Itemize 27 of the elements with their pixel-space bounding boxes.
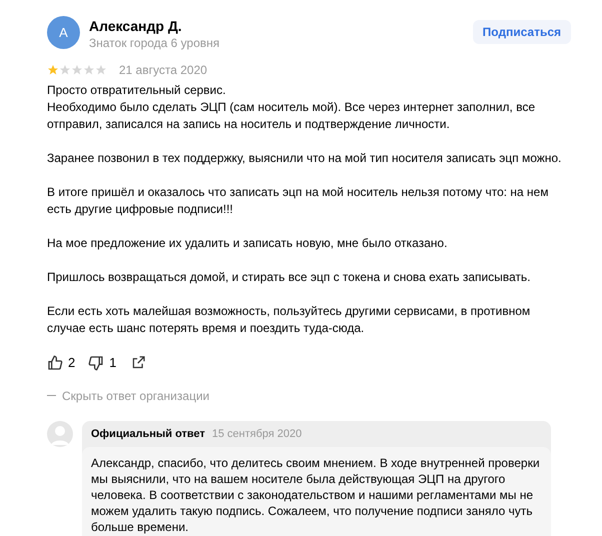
avatar-placeholder-icon [47, 420, 73, 446]
avatar: А [47, 16, 80, 49]
subscribe-button[interactable]: Подписаться [472, 20, 571, 44]
review-text: Пришлось возвращаться домой, и стирать все эцп с токена и снова ехать записывать. [47, 269, 532, 286]
share-icon[interactable] [131, 355, 146, 370]
review-text: Необходимо было сделать ЭЦП (сам носитель мой). Все через интернет заполнил, все отправил, записался на запись на носитель и подтверждение личности. [47, 99, 536, 133]
review-text: Просто отвратительный сервис. [47, 82, 227, 99]
likes-count: 2 [68, 354, 76, 372]
review-text: Заранее позвонил в тех поддержку, выяснили что на мой тип носителя записать эцп можно. [47, 150, 562, 167]
author-status: Знаток города 6 уровня [89, 35, 220, 51]
review-text: На мое предложение их удалить и записать новую, мне было отказано. [47, 235, 448, 252]
reply-title: Официальный ответ [91, 426, 206, 442]
star-icon [95, 64, 107, 76]
review-text: Если есть хоть малейшая возможность, пользуйтесь другими сервисами, в противном случае есть шанс потерять время и поездить туда-сюда. [47, 303, 532, 337]
reply-date: 15 сентября 2020 [212, 426, 302, 442]
review-date: 21 августа 2020 [119, 62, 208, 79]
star-icon [83, 64, 95, 76]
thumbs-up-icon[interactable] [47, 354, 63, 371]
thumbs-down-icon[interactable] [88, 354, 104, 371]
star-icon [59, 64, 71, 76]
star-icon [47, 64, 59, 76]
star-icon [71, 64, 83, 76]
dislikes-count: 1 [109, 354, 116, 372]
hide-reply-link[interactable]: Скрыть ответ организации [62, 386, 210, 404]
review-text: В итоге пришёл и оказалось что записать эцп на мой носитель нельзя потому что: на нем есть другие цифровые подписи!!! [47, 184, 550, 218]
reply-text: Александр, спасибо, что делитесь своим мнением. В ходе внутренней проверки мы выяснили, что на вашем носителе была действующая ЭЦП на другого человека. В соответствии с законодательством и нашими регламентами мы не можем удалить такую подпись. Сожалеем, что получение подписи заняло чуть больше времени. [82, 447, 551, 536]
author-name: Александр Д. [89, 17, 183, 35]
